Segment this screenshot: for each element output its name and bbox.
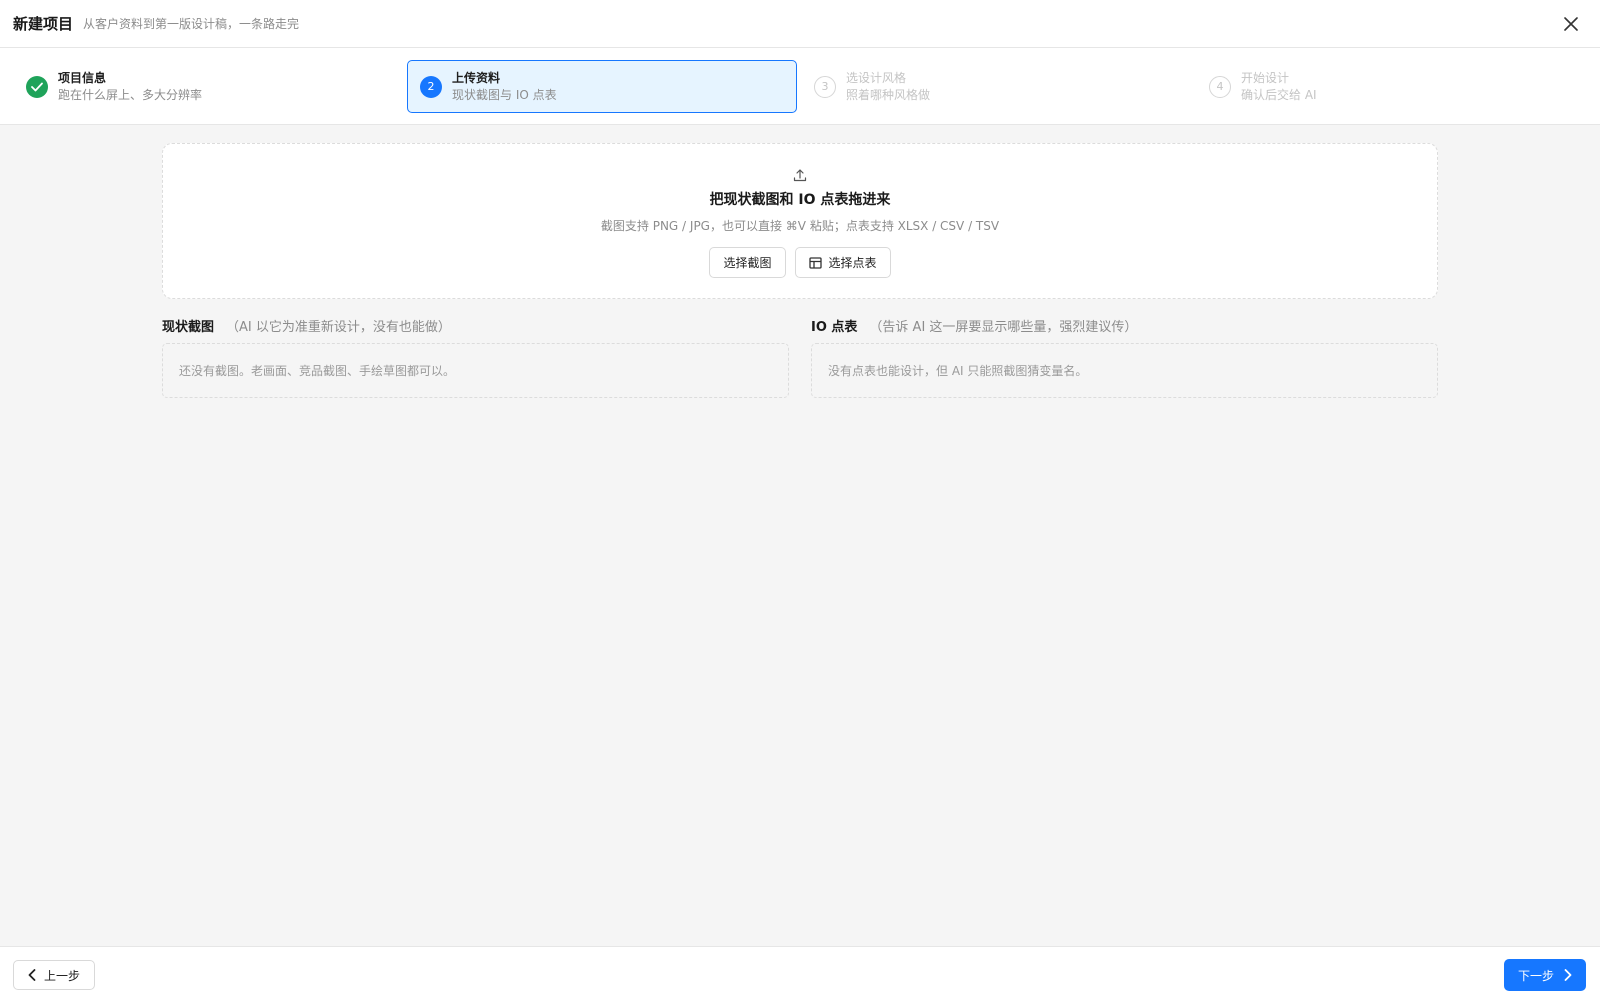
button-label: 上一步 bbox=[44, 968, 81, 983]
section-note: （告诉 AI 这一屏要显示哪些量，强烈建议传） bbox=[869, 320, 1138, 335]
step-start-design[interactable]: 4 开始设计 确认后交给 AI bbox=[1196, 60, 1586, 113]
check-icon bbox=[26, 75, 48, 98]
step-label: 开始设计 bbox=[1241, 70, 1290, 85]
step-label: 选设计风格 bbox=[846, 70, 907, 85]
dropzone-desc: 截图支持 PNG / JPG，也可以直接 ⌘V 粘贴；点表支持 XLSX / C… bbox=[600, 219, 1000, 233]
choose-table-button[interactable]: 选择点表 bbox=[794, 247, 891, 278]
stepper: 项目信息 跑在什么屏上、多大分辨率 2 上传资料 现状截图与 IO 点表 3 选… bbox=[0, 48, 1600, 125]
close-icon bbox=[1564, 17, 1578, 31]
screenshots-section-header: 现状截图 （AI 以它为准重新设计，没有也能做） bbox=[162, 316, 451, 335]
upload-icon bbox=[793, 167, 807, 183]
step-number: 4 bbox=[1209, 75, 1231, 98]
step-project-info[interactable]: 项目信息 跑在什么屏上、多大分辨率 bbox=[13, 60, 403, 113]
screenshots-empty-state: 还没有截图。老画面、竞品截图、手绘草图都可以。 bbox=[162, 343, 789, 398]
button-label: 选择点表 bbox=[828, 256, 877, 270]
page-subtitle: 从客户资料到第一版设计稿，一条路走完 bbox=[83, 17, 300, 31]
step-desc: 确认后交给 AI bbox=[1241, 87, 1317, 102]
dropzone-title: 把现状截图和 IO 点表拖进来 bbox=[709, 192, 891, 208]
button-label: 下一步 bbox=[1517, 968, 1554, 983]
table-icon bbox=[808, 256, 822, 269]
step-number: 2 bbox=[420, 75, 442, 98]
next-button[interactable]: 下一步 bbox=[1503, 959, 1586, 991]
upload-dropzone[interactable]: 把现状截图和 IO 点表拖进来 截图支持 PNG / JPG，也可以直接 ⌘V … bbox=[162, 143, 1438, 299]
choose-screenshot-button[interactable]: 选择截图 bbox=[709, 247, 786, 278]
step-desc: 照着哪种风格做 bbox=[846, 87, 931, 102]
section-title: 现状截图 bbox=[162, 320, 215, 335]
dialog-header: 新建项目 从客户资料到第一版设计稿，一条路走完 bbox=[0, 0, 1600, 48]
dialog-footer: 上一步 下一步 bbox=[0, 946, 1600, 1000]
step-desc: 现状截图与 IO 点表 bbox=[452, 87, 557, 102]
section-title: IO 点表 bbox=[811, 320, 858, 335]
io-table-empty-state: 没有点表也能设计，但 AI 只能照截图猜变量名。 bbox=[811, 343, 1438, 398]
step-label: 项目信息 bbox=[58, 70, 107, 85]
step-style[interactable]: 3 选设计风格 照着哪种风格做 bbox=[801, 60, 1191, 113]
close-button[interactable] bbox=[1560, 13, 1582, 35]
step-number: 3 bbox=[814, 75, 836, 98]
step-label: 上传资料 bbox=[452, 70, 501, 85]
chevron-left-icon bbox=[28, 969, 36, 981]
page-title: 新建项目 bbox=[13, 15, 74, 33]
prev-button[interactable]: 上一步 bbox=[13, 960, 96, 990]
button-label: 选择截图 bbox=[723, 256, 772, 270]
step-upload[interactable]: 2 上传资料 现状截图与 IO 点表 bbox=[407, 60, 797, 113]
chevron-right-icon bbox=[1564, 969, 1572, 981]
step-desc: 跑在什么屏上、多大分辨率 bbox=[58, 87, 203, 102]
io-table-section-header: IO 点表 （告诉 AI 这一屏要显示哪些量，强烈建议传） bbox=[811, 316, 1137, 335]
section-note: （AI 以它为准重新设计，没有也能做） bbox=[226, 320, 451, 335]
